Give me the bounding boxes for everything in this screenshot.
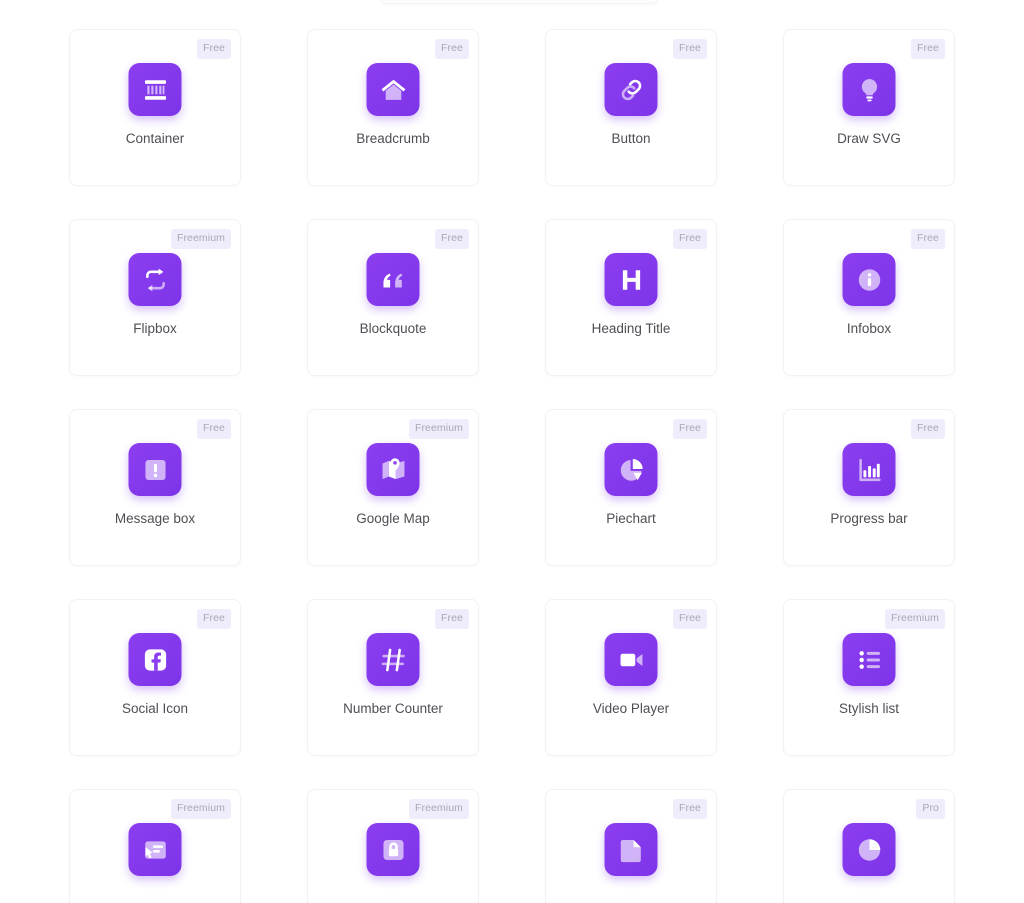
widget-card[interactable]: Free Social Icon [69, 599, 241, 756]
widget-label: Infobox [846, 321, 892, 336]
widget-card[interactable]: Freemium Stylish list [783, 599, 955, 756]
document-page-icon [604, 823, 658, 876]
info-circle-icon [842, 253, 896, 306]
widget-label: Progress bar [830, 511, 908, 526]
plan-badge: Free [435, 39, 469, 59]
map-pin-icon [366, 443, 420, 496]
widget-card[interactable]: Pro [783, 789, 955, 903]
plan-badge: Freemium [170, 229, 231, 249]
widget-label: Video Player [592, 701, 670, 716]
plan-badge: Free [911, 229, 945, 249]
widget-card[interactable]: Free Message box [69, 409, 241, 566]
widget-card[interactable]: Free Infobox [783, 219, 955, 376]
plan-badge: Free [911, 419, 945, 439]
widget-label: Message box [114, 511, 196, 526]
alert-square-icon [128, 443, 182, 496]
widget-card[interactable]: Free Draw SVG [783, 29, 955, 186]
plan-badge: Free [197, 609, 231, 629]
plan-badge: Freemium [170, 799, 231, 819]
widget-label: Heading Title [591, 321, 671, 336]
container-icon [128, 63, 182, 116]
widget-card[interactable]: Free Container [69, 29, 241, 186]
widget-card-grid: Free Container Free Breadcrumb Free Button Fre… [69, 29, 957, 903]
hash-icon [366, 633, 420, 686]
plan-badge: Freemium [408, 419, 469, 439]
widget-card[interactable]: Free Blockquote [307, 219, 479, 376]
link-icon [604, 63, 658, 116]
widget-label: Number Counter [343, 701, 443, 716]
widget-card[interactable]: Freemium [307, 789, 479, 903]
plan-badge: Free [435, 229, 469, 249]
widget-card[interactable]: Free Piechart [545, 409, 717, 566]
widget-label: Container [125, 131, 185, 146]
widget-label: Button [611, 131, 651, 146]
widget-card[interactable]: Free Button [545, 29, 717, 186]
widget-label: Draw SVG [837, 131, 901, 146]
widget-card[interactable]: Free Heading Title [545, 219, 717, 376]
widget-label: Blockquote [359, 321, 427, 336]
widget-label: Stylish list [838, 701, 899, 716]
plan-badge: Free [673, 419, 707, 439]
widget-card[interactable]: Free Video Player [545, 599, 717, 756]
widget-label: Social Icon [121, 701, 189, 716]
widget-card[interactable]: Freemium Flipbox [69, 219, 241, 376]
widget-label: Piechart [606, 511, 656, 526]
pie-slice-icon [842, 823, 896, 876]
widget-label: Breadcrumb [356, 131, 430, 146]
widget-card[interactable]: Free Number Counter [307, 599, 479, 756]
pie-chart-icon [604, 443, 658, 496]
plan-badge: Free [911, 39, 945, 59]
plan-badge: Free [197, 39, 231, 59]
lightbulb-icon [842, 63, 896, 116]
heading-h-icon [604, 253, 658, 306]
plan-badge: Free [673, 39, 707, 59]
lock-badge-icon [366, 823, 420, 876]
bullet-list-icon [842, 633, 896, 686]
cursor-card-icon [128, 823, 182, 876]
widget-card[interactable]: Freemium Google Map [307, 409, 479, 566]
widget-card[interactable]: Free [545, 789, 717, 903]
plan-badge: Free [673, 609, 707, 629]
search-field-cutoff[interactable] [380, 0, 658, 4]
widget-label: Flipbox [133, 321, 177, 336]
plan-badge: Free [435, 609, 469, 629]
widget-card[interactable]: Free Progress bar [783, 409, 955, 566]
repeat-arrows-icon [128, 253, 182, 306]
home-icon [366, 63, 420, 116]
widget-card[interactable]: Freemium [69, 789, 241, 903]
facebook-icon [128, 633, 182, 686]
widget-card[interactable]: Free Breadcrumb [307, 29, 479, 186]
plan-badge: Free [673, 229, 707, 249]
plan-badge: Pro [916, 799, 945, 819]
widgets-library-page: Free Container Free Breadcrumb Free Button Fre… [0, 0, 1024, 903]
plan-badge: Freemium [884, 609, 945, 629]
widget-label: Google Map [356, 511, 430, 526]
video-camera-icon [604, 633, 658, 686]
plan-badge: Free [197, 419, 231, 439]
quote-icon [366, 253, 420, 306]
plan-badge: Freemium [408, 799, 469, 819]
plan-badge: Free [673, 799, 707, 819]
bar-chart-icon [842, 443, 896, 496]
